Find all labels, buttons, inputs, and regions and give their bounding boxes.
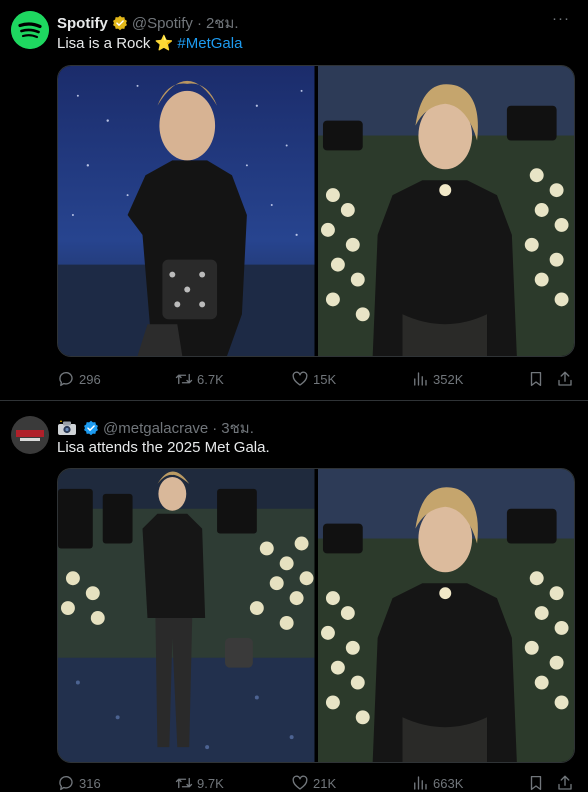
reply-icon <box>59 372 73 387</box>
reply-button[interactable]: 296 <box>57 370 101 388</box>
views-icon <box>414 372 427 386</box>
reply-button[interactable]: 316 <box>57 774 101 792</box>
hashtag-link[interactable]: #MetGala <box>177 35 242 52</box>
separator-dot: · <box>196 14 202 32</box>
retweet-count: 6.7K <box>197 371 224 387</box>
spotify-logo-icon <box>11 11 49 49</box>
tweet-text: Lisa attends the 2025 Met Gala. <box>57 439 270 456</box>
views-icon <box>414 776 427 790</box>
view-count: 352K <box>433 371 464 387</box>
tweet-header: Spotify @Spotify · 2ชม. <box>57 11 239 35</box>
spotify-avatar[interactable] <box>11 11 49 49</box>
gold-verified-icon <box>112 15 127 31</box>
photo-2[interactable] <box>317 66 574 356</box>
retweet-icon <box>175 373 193 385</box>
share-button[interactable] <box>556 774 578 792</box>
photo-1[interactable] <box>58 469 315 762</box>
like-button[interactable]: 21K <box>291 774 336 792</box>
share-button[interactable] <box>556 370 578 388</box>
tweet-media <box>57 468 575 763</box>
tweet-text-body: Lisa is a Rock <box>57 35 151 52</box>
star-emoji: ⭐ <box>154 35 174 52</box>
tweet-header: @metgalacrave · 3ชม. <box>57 416 254 440</box>
photo-2[interactable] <box>317 469 574 762</box>
blue-verified-icon <box>84 420 98 436</box>
tweet-metgalacrave[interactable]: @metgalacrave · 3ชม. Lisa attends the 20… <box>0 402 588 792</box>
retweet-button[interactable]: 6.7K <box>175 370 224 388</box>
share-icon <box>558 371 572 386</box>
reply-icon <box>59 776 73 791</box>
retweet-button[interactable]: 9.7K <box>175 774 224 792</box>
author-name[interactable]: Spotify <box>57 15 108 32</box>
camera-icon <box>58 420 76 435</box>
tweet-time[interactable]: 2ชม. <box>206 11 239 35</box>
tweet-spotify[interactable]: Spotify @Spotify · 2ชม. ··· Lisa is a Ro… <box>0 0 588 401</box>
author-handle[interactable]: @metgalacrave <box>103 420 208 437</box>
separator-dot: · <box>212 419 218 437</box>
reply-count: 296 <box>79 371 101 387</box>
like-icon <box>292 775 308 790</box>
like-button[interactable]: 15K <box>291 370 336 388</box>
bookmark-button[interactable] <box>527 774 549 792</box>
like-count: 21K <box>313 775 337 791</box>
bookmark-icon <box>530 371 542 387</box>
bookmark-icon <box>530 775 542 791</box>
more-options-button[interactable]: ··· <box>552 10 570 27</box>
photo-1[interactable] <box>58 66 315 356</box>
like-icon <box>292 371 308 386</box>
tweet-time[interactable]: 3ชม. <box>221 416 254 440</box>
views-button[interactable]: 352K <box>411 370 463 388</box>
views-button[interactable]: 663K <box>411 774 463 792</box>
tweet-text: Lisa is a Rock ⭐ #MetGala <box>57 34 242 52</box>
share-icon <box>558 775 572 790</box>
bookmark-button[interactable] <box>527 370 549 388</box>
reply-count: 316 <box>79 775 101 791</box>
tweet-media <box>57 65 575 357</box>
tweet-actions: 296 6.7K 15K 352K <box>57 370 577 390</box>
author-handle[interactable]: @Spotify <box>132 15 193 32</box>
metgalacrave-avatar[interactable] <box>11 416 49 454</box>
tweet-actions: 316 9.7K 21K 663K <box>57 774 577 792</box>
like-count: 15K <box>313 371 337 387</box>
retweet-count: 9.7K <box>197 775 224 791</box>
retweet-icon <box>175 777 193 789</box>
view-count: 663K <box>433 775 464 791</box>
